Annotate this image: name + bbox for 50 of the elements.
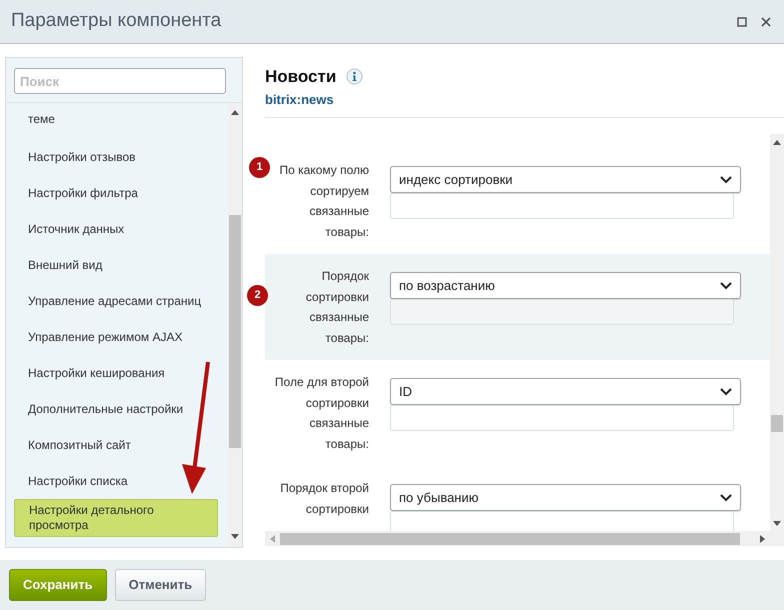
scrollbar-thumb[interactable] (771, 415, 783, 432)
close-icon[interactable] (761, 16, 771, 26)
sidebar-item[interactable]: Настройки фильтра (14, 175, 218, 211)
sidebar-item[interactable]: Композитный сайт (14, 427, 218, 463)
chevron-down-icon (720, 494, 732, 502)
scrollbar[interactable] (228, 103, 242, 547)
sidebar-item[interactable]: Настройки детального просмотра (14, 499, 218, 537)
scroll-up-icon[interactable] (231, 110, 239, 115)
scroll-up-icon[interactable] (773, 140, 781, 145)
sidebar-item[interactable]: Настройки списка (14, 463, 218, 499)
field-label: Поле для второй сортировки связанные товары: (274, 374, 369, 452)
chevron-down-icon (720, 388, 732, 396)
scrollbar[interactable] (770, 134, 784, 546)
select-dropdown[interactable]: ID (390, 378, 741, 405)
sidebar-item[interactable]: Управление адресами страниц (14, 283, 218, 319)
scroll-right-icon[interactable] (760, 534, 765, 542)
select-dropdown[interactable]: по убыванию (390, 484, 741, 511)
sidebar-item[interactable]: Источник данных (14, 211, 218, 247)
chevron-down-icon (720, 176, 732, 184)
scroll-down-icon[interactable] (773, 521, 781, 526)
sidebar-item[interactable]: Настройки кеширования (14, 355, 218, 391)
input-field[interactable] (390, 405, 734, 431)
scroll-down-icon[interactable] (231, 534, 239, 539)
sidebar-item[interactable]: Внешний вид (14, 247, 218, 283)
scroll-left-icon[interactable] (270, 534, 275, 542)
window-title: Параметры компонента (11, 9, 222, 34)
scrollbar-thumb[interactable] (280, 532, 740, 544)
input-field[interactable] (390, 299, 734, 325)
number-badge: 1 (249, 157, 270, 178)
horizontal-scrollbar[interactable] (265, 531, 770, 546)
field-label: Порядок сортировки связанные товары: (304, 268, 369, 346)
sidebar-item[interactable]: Настройки отзывов (14, 139, 218, 175)
number-badge: 2 (247, 285, 268, 306)
input-field[interactable] (390, 511, 734, 531)
info-icon[interactable] (346, 68, 364, 86)
maximize-icon[interactable] (737, 16, 747, 26)
select-dropdown[interactable]: индекс сортировки (390, 166, 741, 193)
cancel-button[interactable]: Отменить (114, 569, 206, 601)
component-title: Новости (265, 66, 336, 88)
search-field[interactable]: Поиск (14, 68, 226, 94)
scrollbar-thumb[interactable] (229, 215, 241, 448)
select-dropdown[interactable]: по возрастанию (390, 272, 741, 299)
component-code: bitrix:news (265, 90, 334, 108)
field-label: Порядок второй сортировки (279, 480, 369, 518)
sidebar-item[interactable]: Управление режимом AJAX (14, 319, 218, 355)
sidebar-item[interactable]: теме (14, 103, 218, 139)
sidebar-item[interactable]: Дополнительные настройки (14, 391, 218, 427)
field-label: По какому полю сортируем связанные товары: (278, 162, 369, 240)
input-field[interactable] (390, 193, 734, 219)
chevron-down-icon (720, 282, 732, 290)
